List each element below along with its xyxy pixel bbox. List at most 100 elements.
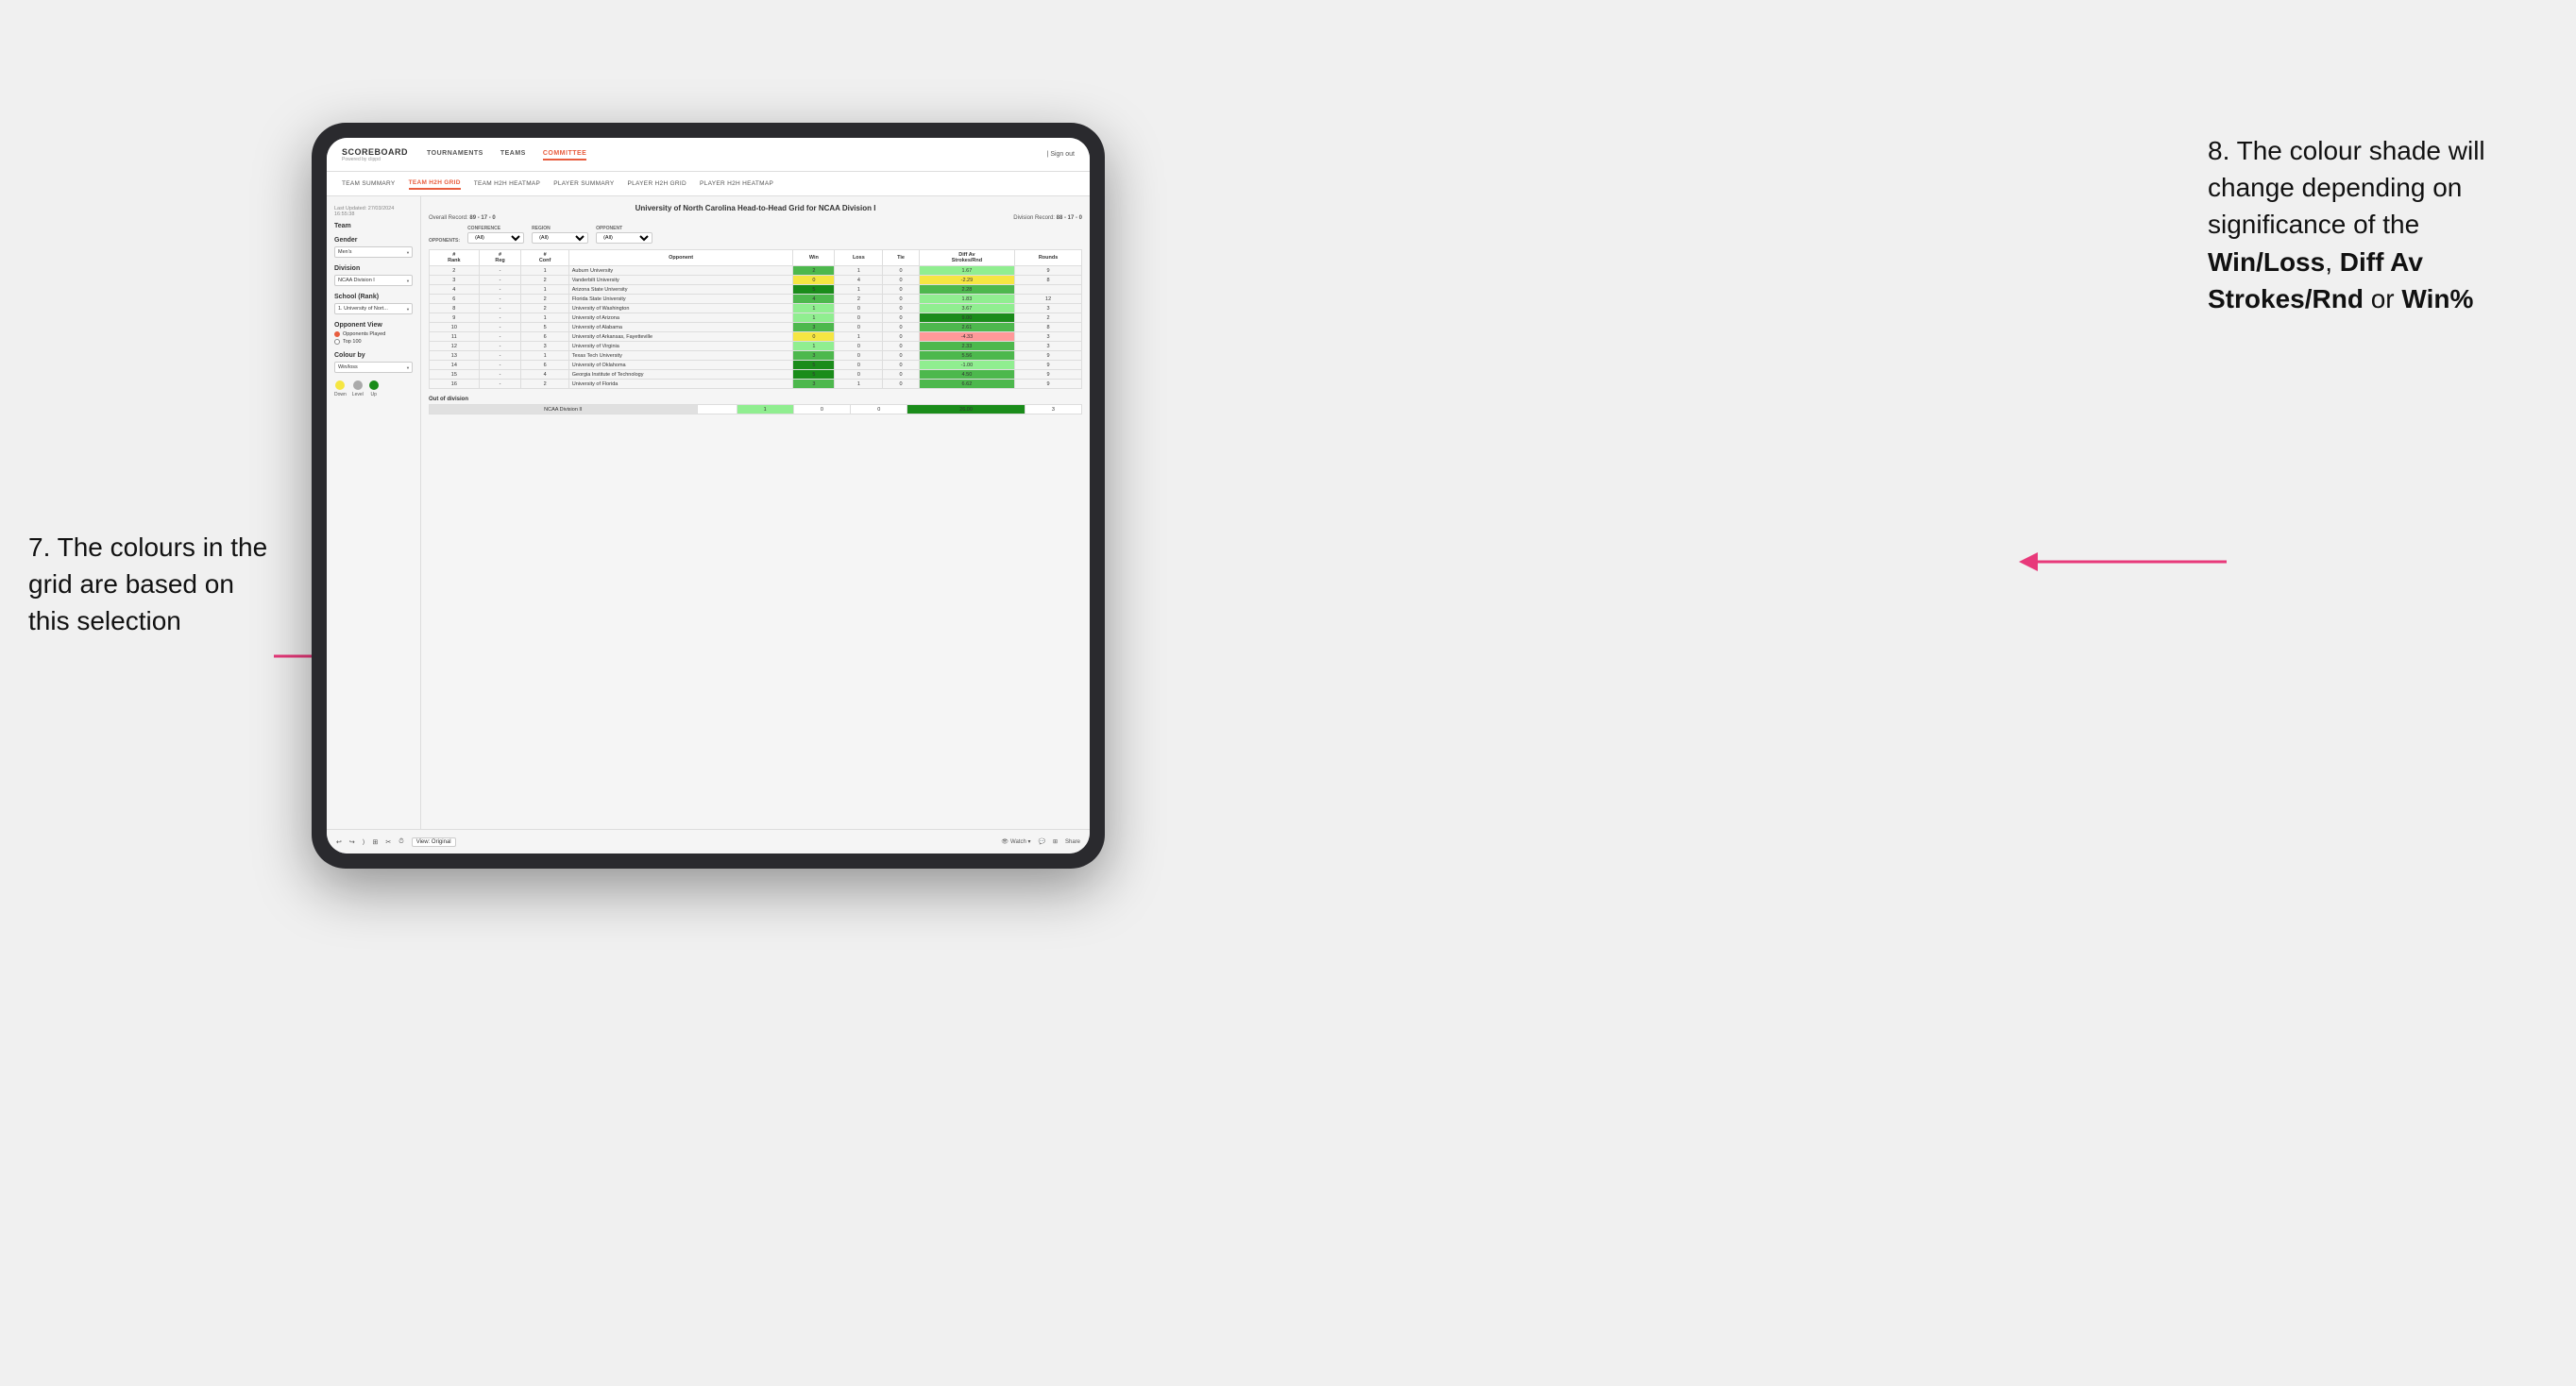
annotation-right: 8. The colour shade will change dependin… [2208, 132, 2548, 317]
out-of-div-loss: 0 [793, 405, 850, 414]
sidebar-gender-section: Gender Men's [334, 237, 413, 258]
cell-opponent: Georgia Institute of Technology [568, 370, 793, 380]
bottom-right: 👁Watch ▾ 💬 ⊞ Share [1001, 838, 1080, 845]
cell-loss: 0 [835, 342, 883, 351]
subnav-player-h2h-grid[interactable]: PLAYER H2H GRID [627, 178, 686, 189]
present-btn[interactable]: ⊞ [1053, 838, 1058, 845]
cell-reg: - [479, 380, 521, 389]
cell-loss: 0 [835, 323, 883, 332]
subnav-player-h2h-heatmap[interactable]: PLAYER H2H HEATMAP [700, 178, 773, 189]
cell-loss: 1 [835, 332, 883, 342]
cell-win: 3 [793, 351, 835, 361]
subnav-team-summary[interactable]: TEAM SUMMARY [342, 178, 396, 189]
cell-opponent: Arizona State University [568, 285, 793, 295]
table-row: 10 - 5 University of Alabama 3 0 0 2.61 … [430, 323, 1082, 332]
cell-tie: 0 [883, 323, 919, 332]
cell-conf: 6 [521, 361, 568, 370]
filter-region-select[interactable]: (All) [532, 232, 588, 244]
cell-diff: 2.33 [919, 342, 1014, 351]
cell-win: 0 [793, 332, 835, 342]
cell-win: 5 [793, 285, 835, 295]
cell-opponent: University of Alabama [568, 323, 793, 332]
out-of-div-name: NCAA Division II [430, 405, 698, 414]
table-header-row: #Rank #Reg #Conf Opponent Win Loss Tie D… [430, 250, 1082, 266]
redo-icon[interactable]: ↪ [349, 838, 355, 846]
cell-win: 5 [793, 361, 835, 370]
cell-win: 5 [793, 370, 835, 380]
filter-conference-select[interactable]: (All) [467, 232, 524, 244]
cell-rank: 13 [430, 351, 480, 361]
table-row: 9 - 1 University of Arizona 1 0 0 9.00 2 [430, 313, 1082, 323]
legend-up: Up [369, 380, 379, 397]
sidebar-colour-section: Colour by Win/loss [334, 352, 413, 373]
cell-tie: 0 [883, 342, 919, 351]
cell-rounds [1015, 285, 1082, 295]
sidebar-team-label: Team [334, 223, 413, 229]
sidebar-opponent-top100[interactable]: Top 100 [334, 339, 413, 345]
tablet-screen: SCOREBOARD Powered by clippd TOURNAMENTS… [327, 138, 1090, 854]
cell-tie: 0 [883, 295, 919, 304]
sidebar-opponent-played[interactable]: Opponents Played [334, 331, 413, 337]
sidebar-colour-select[interactable]: Win/loss [334, 362, 413, 373]
cell-rounds: 2 [1015, 313, 1082, 323]
undo-icon[interactable]: ↩ [336, 838, 342, 846]
out-of-div-rounds: 3 [1025, 405, 1081, 414]
nav-teams[interactable]: TEAMS [500, 148, 526, 161]
cell-conf: 2 [521, 380, 568, 389]
forward-icon[interactable]: ⟩ [363, 838, 365, 846]
cell-rounds: 9 [1015, 351, 1082, 361]
cell-reg: - [479, 295, 521, 304]
cell-diff: 9.00 [919, 313, 1014, 323]
cell-reg: - [479, 313, 521, 323]
col-rounds: Rounds [1015, 250, 1082, 266]
cell-reg: - [479, 323, 521, 332]
table-row: 15 - 4 Georgia Institute of Technology 5… [430, 370, 1082, 380]
clock-icon[interactable]: ⏱ [398, 838, 403, 846]
col-rank: #Rank [430, 250, 480, 266]
subnav-team-h2h-grid[interactable]: TEAM H2H GRID [409, 177, 461, 190]
filter-opponent-group: Opponent (All) [596, 226, 652, 244]
cell-rounds: 3 [1015, 332, 1082, 342]
cell-rank: 2 [430, 266, 480, 276]
sidebar: Last Updated: 27/03/202416:55:38 Team Ge… [327, 196, 421, 829]
watch-btn[interactable]: 👁Watch ▾ [1001, 838, 1030, 845]
color-legend: Down Level Up [334, 380, 413, 397]
subnav-team-h2h-heatmap[interactable]: TEAM H2H HEATMAP [474, 178, 540, 189]
sidebar-gender-select[interactable]: Men's [334, 246, 413, 258]
cell-opponent: Auburn University [568, 266, 793, 276]
filter-opponent-select[interactable]: (All) [596, 232, 652, 244]
cut-icon[interactable]: ✂ [385, 838, 391, 846]
sign-out[interactable]: | Sign out [1047, 151, 1075, 158]
nav-links: TOURNAMENTS TEAMS COMMITTEE [427, 148, 1047, 161]
sidebar-school-select[interactable]: 1. University of Nort... [334, 303, 413, 314]
cell-conf: 1 [521, 285, 568, 295]
comment-btn[interactable]: 💬 [1038, 838, 1044, 845]
cell-conf: 2 [521, 295, 568, 304]
nav-committee[interactable]: COMMITTEE [543, 148, 587, 161]
table-row: 11 - 6 University of Arkansas, Fayettevi… [430, 332, 1082, 342]
grid-title: University of North Carolina Head-to-Hea… [429, 204, 1082, 212]
cell-rank: 6 [430, 295, 480, 304]
out-of-div-diff: 26.00 [907, 405, 1025, 414]
legend-level-dot [353, 380, 363, 390]
cell-tie: 0 [883, 351, 919, 361]
cell-diff: 2.61 [919, 323, 1014, 332]
sidebar-opponent-section: Opponent View Opponents Played Top 100 [334, 322, 413, 345]
subnav-player-summary[interactable]: PLAYER SUMMARY [553, 178, 614, 189]
filter-conference-group: Conference (All) [467, 226, 524, 244]
cell-rank: 9 [430, 313, 480, 323]
view-original-btn[interactable]: View: Original [412, 837, 456, 847]
share-btn[interactable]: Share [1065, 839, 1080, 845]
cell-opponent: University of Virginia [568, 342, 793, 351]
crop-icon[interactable]: ⊞ [372, 838, 378, 846]
cell-rounds: 3 [1015, 342, 1082, 351]
cell-loss: 0 [835, 313, 883, 323]
cell-opponent: University of Arizona [568, 313, 793, 323]
cell-conf: 6 [521, 332, 568, 342]
table-row: 6 - 2 Florida State University 4 2 0 1.8… [430, 295, 1082, 304]
nav-tournaments[interactable]: TOURNAMENTS [427, 148, 483, 161]
cell-tie: 0 [883, 361, 919, 370]
table-row: 13 - 1 Texas Tech University 3 0 0 5.56 … [430, 351, 1082, 361]
main-content: Last Updated: 27/03/202416:55:38 Team Ge… [327, 196, 1090, 829]
sidebar-division-select[interactable]: NCAA Division I [334, 275, 413, 286]
